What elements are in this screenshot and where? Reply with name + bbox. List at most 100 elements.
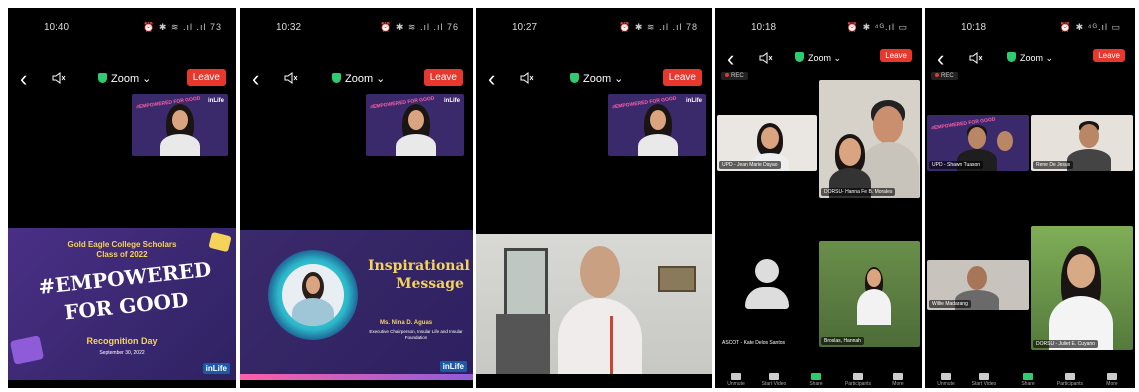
participant-name: UPD - Shawn Tuason	[929, 161, 984, 169]
zoom-menu[interactable]: Zoom ⌄	[1007, 52, 1053, 64]
avatar-placeholder-body	[745, 287, 789, 309]
window-frame	[504, 248, 548, 320]
status-bar: 10:18 ⏰ ✱ ⁴ᴳ.ıl ▭	[925, 20, 1135, 36]
status-icons: ⏰ ✱ ≋ .ıl .ıl 76	[380, 22, 459, 32]
self-view-thumbnail[interactable]: #EMPOWERED FOR GOOD inLife	[132, 94, 228, 156]
zoom-toolbar: ‹ Zoom ⌄ Leave	[715, 46, 922, 74]
participant-tile[interactable]: Rene De Jesus	[1031, 115, 1133, 171]
participant-tile[interactable]: DORSU - Juliet E. Cuyano	[1031, 226, 1133, 350]
participants-icon	[1065, 373, 1075, 380]
graduation-cap-icon	[9, 335, 45, 365]
status-icons: ⏰ ✱ ⁴ᴳ.ıl ▭	[846, 22, 908, 32]
slide-event: Recognition Day	[86, 336, 158, 346]
zoom-menu[interactable]: Zoom ⌄	[795, 52, 841, 64]
leave-button[interactable]: Leave	[880, 49, 912, 62]
more-button[interactable]: More	[1097, 373, 1127, 387]
avatar-placeholder-icon	[755, 259, 779, 283]
speaker-icon[interactable]	[759, 52, 773, 64]
mic-icon	[941, 373, 951, 380]
meeting-controls: Unmute Start Video Share Participants Mo…	[925, 372, 1135, 388]
phone-screenshot-5: 10:18 ⏰ ✱ ⁴ᴳ.ıl ▭ ‹ Zoom ⌄ Leave REC #EM…	[925, 8, 1135, 388]
shield-icon	[795, 52, 804, 62]
speaker-icon[interactable]	[284, 72, 298, 84]
self-view-thumbnail[interactable]: #EMPOWERED FOR GOOD inLife	[366, 94, 464, 156]
shield-icon	[332, 73, 341, 83]
participants-button[interactable]: Participants	[843, 373, 873, 387]
speaker-icon[interactable]	[520, 72, 534, 84]
status-icons: ⏰ ✱ ⁴ᴳ.ıl ▭	[1059, 22, 1121, 32]
shared-slide: Inspirational Message Ms. Nina D. Aguas …	[240, 230, 473, 380]
portrait-photo	[282, 264, 344, 326]
more-button[interactable]: More	[883, 373, 913, 387]
unmute-button[interactable]: Unmute	[931, 373, 961, 387]
shield-icon	[1007, 52, 1016, 62]
zoom-menu[interactable]: Zoom ⌄	[570, 72, 623, 85]
speaker-name: Ms. Nina D. Aguas	[380, 320, 433, 326]
unmute-button[interactable]: Unmute	[721, 373, 751, 387]
self-view-thumbnail[interactable]: #EMPOWERED FOR GOOD inLife	[608, 94, 706, 156]
leave-button[interactable]: Leave	[1093, 49, 1125, 62]
video-icon	[979, 373, 989, 380]
participant-tile[interactable]: #EMPOWERED FOR GOOD UPD - Shawn Tuason	[927, 115, 1029, 171]
zoom-toolbar: ‹ Zoom ⌄ Leave	[240, 66, 473, 94]
back-icon[interactable]: ‹	[20, 68, 27, 90]
speaker-icon[interactable]	[969, 52, 983, 64]
logo: inLife	[686, 98, 702, 104]
leave-button[interactable]: Leave	[662, 69, 702, 86]
start-video-button[interactable]: Start Video	[759, 373, 789, 387]
clock: 10:18	[751, 22, 777, 33]
slide-footer-bar	[240, 374, 473, 380]
back-icon[interactable]: ‹	[252, 68, 259, 90]
clock: 10:18	[961, 22, 987, 33]
participant-tile[interactable]: UPD - Jean Marie Dayao	[717, 115, 817, 171]
slide-org: Gold Eagle College Scholars	[67, 240, 177, 249]
slide-title-2: Message	[396, 276, 464, 292]
participant-name: ASCOT - Kate Delos Santos	[719, 339, 788, 347]
participants-button[interactable]: Participants	[1055, 373, 1085, 387]
participants-icon	[853, 373, 863, 380]
start-video-button[interactable]: Start Video	[969, 373, 999, 387]
phone-screenshot-4: 10:18 ⏰ ✱ ⁴ᴳ.ıl ▭ ‹ Zoom ⌄ Leave REC UPD…	[715, 8, 922, 388]
slide-title-1: Inspirational	[368, 258, 470, 274]
picture-frame	[658, 266, 696, 292]
thumbnail-tag: #EMPOWERED FOR GOOD	[135, 95, 201, 111]
leave-button[interactable]: Leave	[423, 69, 463, 86]
share-icon	[811, 373, 821, 380]
leave-button[interactable]: Leave	[186, 69, 226, 86]
participant-tile[interactable]: Broslas, Hannah	[819, 241, 920, 347]
share-button[interactable]: Share	[1013, 373, 1043, 387]
status-bar: 10:27 ⏰ ✱ ≋ .ıl .ıl 78	[476, 20, 712, 36]
share-button[interactable]: Share	[801, 373, 831, 387]
status-icons: ⏰ ✱ ≋ .ıl .ıl 78	[619, 22, 698, 32]
more-icon	[1107, 373, 1117, 380]
speaker-icon[interactable]	[52, 72, 66, 84]
slide-logo: inLife	[439, 361, 467, 372]
back-icon[interactable]: ‹	[727, 48, 734, 70]
participant-tile[interactable]: DORSU- Hanna Fe B. Morales	[819, 80, 920, 198]
status-bar: 10:18 ⏰ ✱ ⁴ᴳ.ıl ▭	[715, 20, 922, 36]
zoom-toolbar: ‹ Zoom ⌄ Leave	[476, 66, 712, 94]
zoom-toolbar: ‹ Zoom ⌄ Leave	[925, 46, 1135, 74]
participant-name: UPD - Jean Marie Dayao	[719, 161, 781, 169]
phone-screenshot-3: 10:27 ⏰ ✱ ≋ .ıl .ıl 78 ‹ Zoom ⌄ Leave #E…	[476, 8, 712, 388]
phone-screenshot-2: 10:32 ⏰ ✱ ≋ .ıl .ıl 76 ‹ Zoom ⌄ Leave #E…	[240, 8, 473, 388]
participant-name: DORSU- Hanna Fe B. Morales	[821, 188, 896, 196]
share-icon	[1023, 373, 1033, 380]
logo: inLife	[208, 98, 224, 104]
shield-icon	[98, 73, 107, 83]
clock: 10:40	[44, 22, 70, 33]
phone-screenshot-1: 10:40 ⏰ ✱ ≋ .ıl .ıl 73 ‹ Zoom ⌄ Leave #E…	[8, 8, 236, 388]
participant-name: Rene De Jesus	[1033, 161, 1074, 169]
participant-name: Broslas, Hannah	[821, 337, 864, 345]
zoom-menu[interactable]: Zoom ⌄	[332, 72, 385, 85]
active-speaker-video	[476, 234, 712, 374]
shared-slide: Gold Eagle College Scholars Class of 202…	[8, 228, 236, 380]
equipment	[496, 314, 550, 374]
participant-tile[interactable]: ASCOT - Kate Delos Santos	[717, 243, 817, 349]
participant-tile[interactable]: Willie Madarang	[927, 260, 1029, 310]
back-icon[interactable]: ‹	[488, 68, 495, 90]
back-icon[interactable]: ‹	[937, 48, 944, 70]
status-icons: ⏰ ✱ ≋ .ıl .ıl 73	[143, 22, 222, 32]
zoom-menu[interactable]: Zoom ⌄	[98, 72, 151, 85]
status-bar: 10:40 ⏰ ✱ ≋ .ıl .ıl 73	[8, 20, 236, 36]
